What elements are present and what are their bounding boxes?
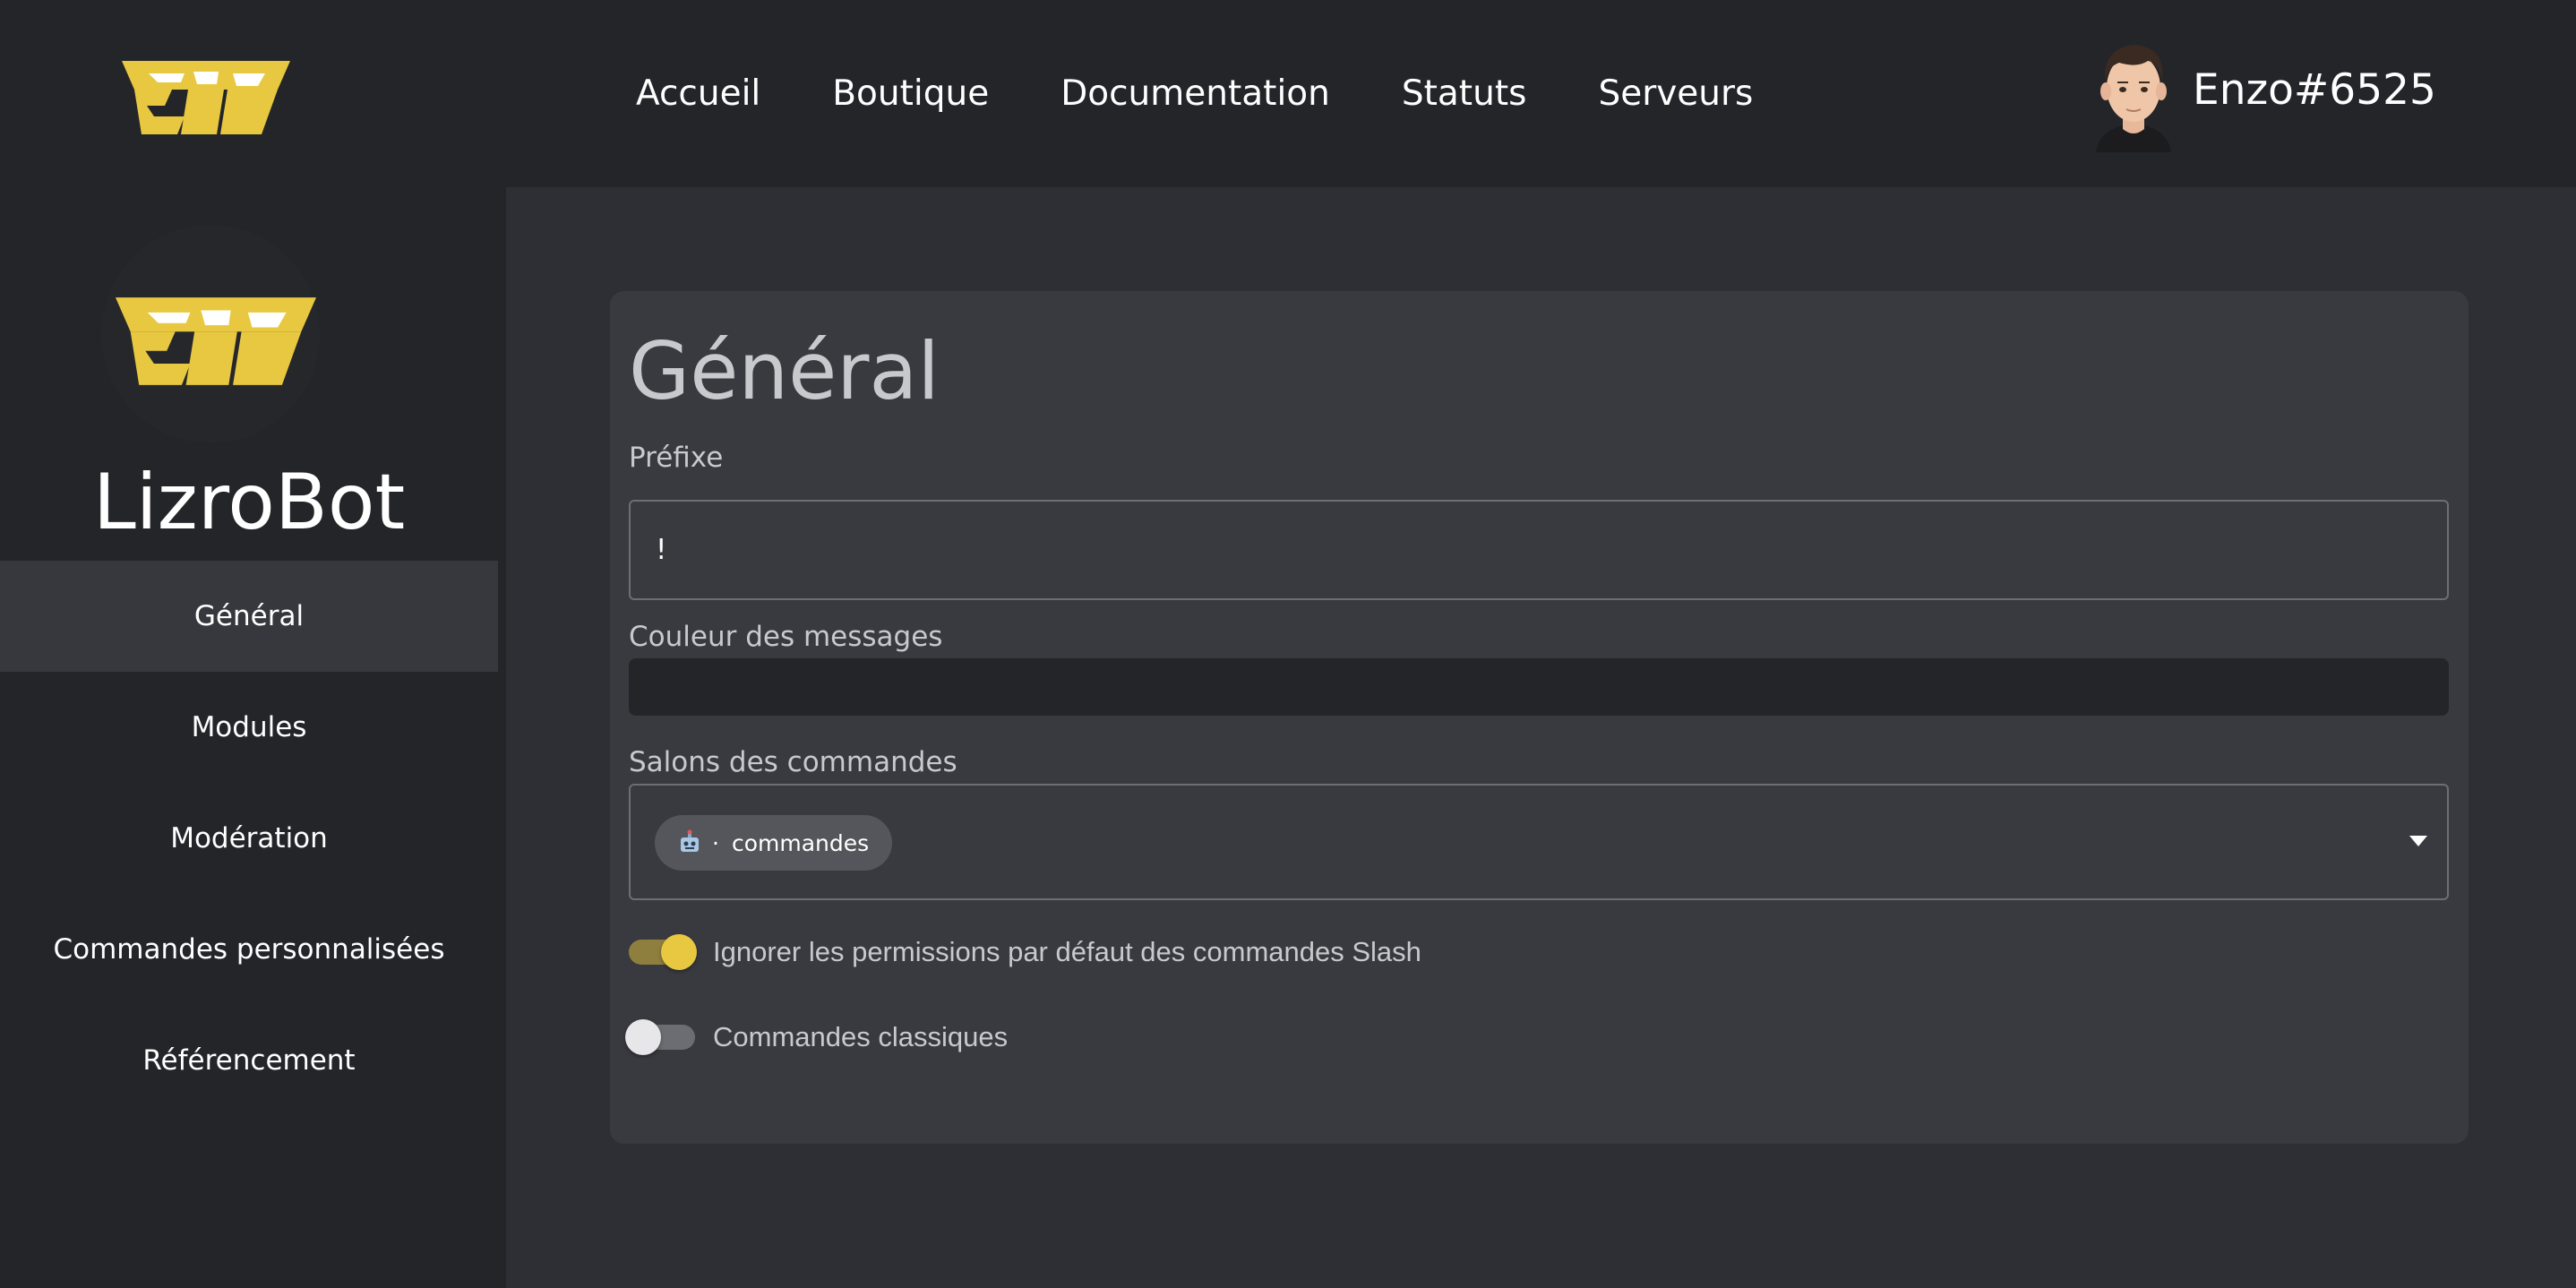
channel-name: commandes [731, 829, 870, 856]
sidebar: LizroBot Général Modules Modération Comm… [0, 187, 506, 1288]
nav-item-statuts[interactable]: Statuts [1402, 73, 1527, 114]
slash-permissions-label: Ignorer les permissions par défaut des c… [713, 936, 1421, 967]
sidebar-item-modules[interactable]: Modules [0, 672, 498, 783]
nav-item-documentation[interactable]: Documentation [1060, 73, 1330, 114]
username: Enzo#6525 [2193, 64, 2436, 115]
nav-item-accueil[interactable]: Accueil [636, 73, 760, 114]
message-color-picker[interactable] [629, 658, 2449, 716]
nav-item-boutique[interactable]: Boutique [832, 73, 989, 114]
message-color-label: Couleur des messages [629, 621, 943, 653]
user-avatar-icon[interactable] [2083, 27, 2184, 152]
top-navbar: Accueil Boutique Documentation Statuts S… [0, 0, 2576, 187]
bot-avatar [101, 225, 320, 443]
lizrobot-logo-icon[interactable] [122, 61, 290, 134]
sidebar-item-general[interactable]: Général [0, 561, 498, 672]
chevron-down-icon[interactable] [2409, 836, 2427, 846]
bot-name: LizroBot [92, 458, 406, 547]
prefix-label: Préfixe [629, 442, 724, 474]
chip-separator: · [712, 829, 719, 856]
prefix-input[interactable]: ! [629, 500, 2449, 600]
toggle-row-slash-permissions: Ignorer les permissions par défaut des c… [629, 931, 1421, 974]
user-menu[interactable]: Enzo#6525 [2083, 27, 2436, 152]
channel-chip[interactable]: · commandes [655, 815, 893, 871]
classic-commands-label: Commandes classiques [713, 1021, 1009, 1052]
sidebar-item-custom-commands[interactable]: Commandes personnalisées [0, 894, 498, 1005]
toggle-thumb [661, 934, 697, 970]
robot-icon [681, 829, 699, 852]
toggle-row-classic-commands: Commandes classiques [625, 1016, 1009, 1059]
sidebar-item-referencing[interactable]: Référencement [0, 1005, 498, 1116]
nav-item-serveurs[interactable]: Serveurs [1598, 73, 1753, 114]
slash-permissions-toggle[interactable] [629, 931, 697, 974]
toggle-thumb [625, 1019, 661, 1055]
page-title: Général [629, 325, 940, 417]
lizrobot-logo-icon [116, 297, 316, 385]
classic-commands-toggle[interactable] [625, 1016, 695, 1059]
command-channels-select[interactable]: · commandes [629, 784, 2449, 900]
command-channels-label: Salons des commandes [629, 746, 957, 778]
settings-card: Général Préfixe ! Couleur des messages S… [610, 291, 2469, 1144]
main-content: Général Préfixe ! Couleur des messages S… [506, 187, 2576, 1288]
sidebar-item-moderation[interactable]: Modération [0, 783, 498, 894]
main-nav: Accueil Boutique Documentation Statuts S… [636, 64, 1825, 122]
sidebar-nav: Général Modules Modération Commandes per… [0, 561, 498, 1116]
